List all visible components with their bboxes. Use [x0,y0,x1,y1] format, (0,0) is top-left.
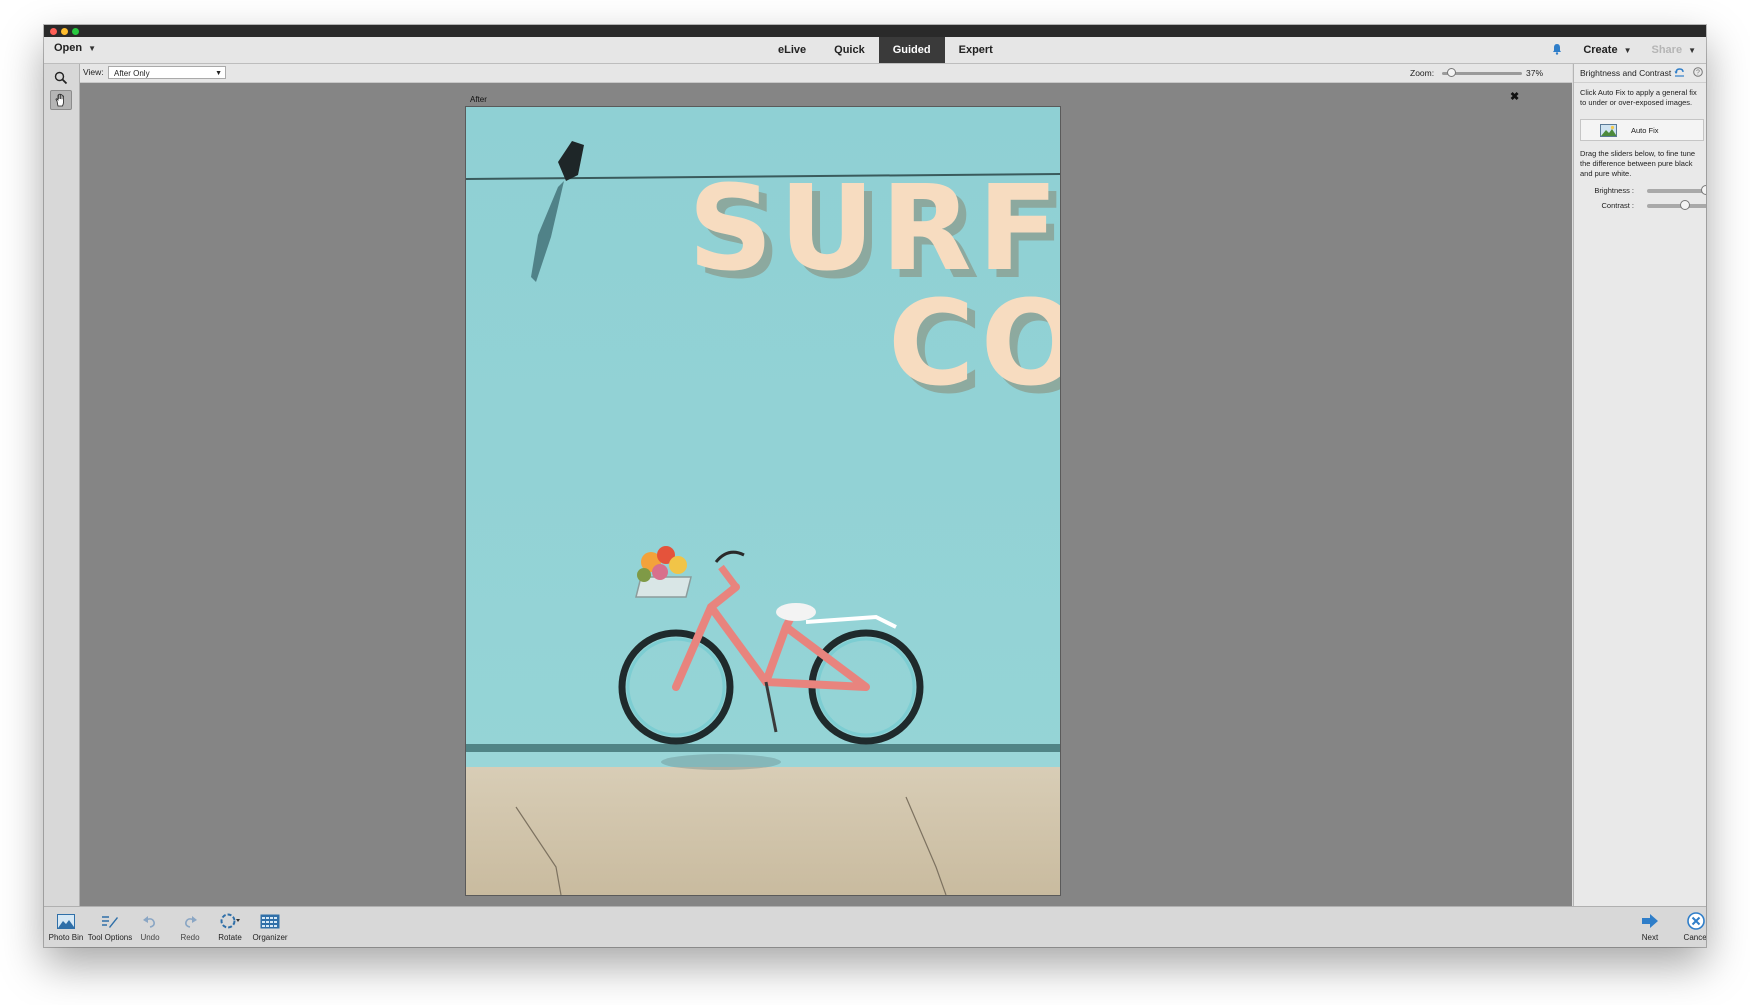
auto-fix-button[interactable]: Auto Fix [1580,119,1704,141]
close-window-button[interactable] [50,28,57,35]
close-icon[interactable]: ✖ [1510,90,1519,103]
hand-tool-button[interactable] [50,90,72,110]
hand-icon [55,93,64,107]
panel-header-icons: ? [1674,67,1703,77]
chevron-down-icon: ▼ [1623,46,1632,55]
adjustment-panel: Brightness and Contrast ? Click Auto Fix… [1573,64,1706,906]
cancel-button[interactable]: Cancel [1671,911,1706,942]
after-label: After [470,95,487,104]
slider-instructions-text: Drag the sliders below, to fine tune the… [1580,149,1696,178]
svg-text:?: ? [1696,70,1700,77]
create-label: Create [1583,44,1618,56]
sign-text-line2: CO [888,274,1060,412]
tab-expert[interactable]: Expert [945,37,1007,63]
next-label: Next [1641,933,1659,942]
mode-tabs: eLive Quick Guided Expert [764,37,1007,63]
photo-image: SURF SURF CO CO [466,107,1060,895]
zoom-label: Zoom: [1410,68,1435,78]
reset-icon[interactable] [1674,67,1685,77]
undo-icon [143,915,155,928]
tool-options-icon [102,915,118,928]
zoom-tool-button[interactable] [50,68,72,88]
photo-canvas[interactable]: SURF SURF CO CO [465,106,1061,896]
contrast-slider[interactable] [1647,200,1706,210]
panel-header: Brightness and Contrast ? [1574,64,1706,83]
tab-elive[interactable]: eLive [764,37,820,63]
help-icon[interactable]: ? [1693,67,1703,77]
tab-guided[interactable]: Guided [878,37,945,63]
photo-bin-button[interactable]: Photo Bin [44,911,91,942]
organizer-button[interactable]: Organizer [245,911,295,942]
organizer-label: Organizer [252,933,288,942]
autofix-intro-text: Click Auto Fix to apply a general fix to… [1580,88,1697,107]
bottom-task-bar: Photo Bin Tool Options Undo Redo Rotate … [44,906,1706,947]
tab-quick[interactable]: Quick [820,37,879,63]
open-menu-button[interactable]: Open ▼ [54,42,96,54]
chevron-down-icon: ▼ [1688,46,1696,55]
brightness-slider[interactable] [1647,185,1706,195]
bell-icon[interactable] [1551,43,1563,58]
organizer-icon [260,914,280,928]
minimize-window-button[interactable] [61,28,68,35]
contrast-slider-thumb[interactable] [1679,200,1690,210]
tool-options-bar: View: After Only ▼ Zoom: 37% [80,64,1572,83]
arrow-right-icon [1642,914,1658,928]
create-menu-button[interactable]: Create ▼ [1583,44,1631,56]
title-bar [44,25,1706,37]
next-button[interactable]: Next [1625,911,1675,942]
zoom-window-button[interactable] [72,28,79,35]
zoom-slider-thumb[interactable] [1447,68,1457,77]
view-label: View: [83,67,104,77]
rotate-icon [220,913,240,929]
brightness-label: Brightness : [1594,186,1634,195]
zoom-value: 37% [1526,68,1544,78]
cancel-icon [1687,912,1705,930]
toolbox [44,64,80,906]
open-label: Open [54,42,83,54]
view-select-value: After Only [114,69,150,78]
share-label: Share [1651,44,1683,56]
panel-title: Brightness and Contrast [1580,68,1672,78]
chevron-down-icon: ▼ [215,70,222,77]
photo-bin-label: Photo Bin [48,933,84,942]
auto-fix-icon [1600,124,1617,137]
zoom-slider[interactable] [1442,68,1522,77]
redo-icon [185,915,197,928]
view-select[interactable]: After Only ▼ [108,66,226,79]
zoom-icon [54,71,68,85]
top-right-actions: Create ▼ Share ▼ [1551,37,1696,63]
cancel-label: Cancel [1683,933,1706,942]
auto-fix-label: Auto Fix [1631,126,1659,135]
brightness-slider-thumb[interactable] [1700,185,1706,195]
top-menu-bar: Open ▼ eLive Quick Guided Expert Create ▼ … [44,37,1706,64]
contrast-label: Contrast : [1601,201,1634,210]
chevron-down-icon: ▼ [88,44,97,53]
photo-bin-icon [57,913,75,929]
share-menu-button[interactable]: Share ▼ [1652,44,1697,56]
